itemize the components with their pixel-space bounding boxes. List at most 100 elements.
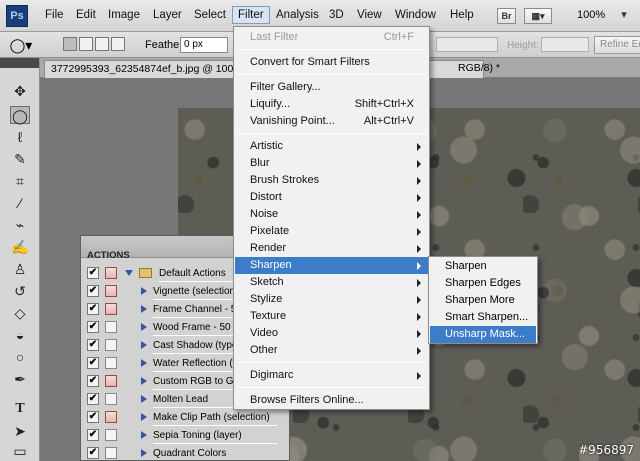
menu-browse-filters-online[interactable]: Browse Filters Online... [235,392,429,409]
menu-select[interactable]: Select [194,9,226,21]
eraser-tool-icon[interactable]: ◇ [10,304,30,322]
collapse-triangle-icon[interactable] [141,413,147,421]
check-icon[interactable]: ✔ [87,393,99,405]
menu-help[interactable]: Help [450,9,474,21]
collapse-triangle-icon[interactable] [141,287,147,295]
view-extras-button[interactable]: ▦▾ [524,8,552,24]
paint-bucket-tool-icon[interactable]: ◒ [10,326,30,344]
menu-image[interactable]: Image [108,9,140,21]
menu-render[interactable]: Render [235,240,429,257]
new-selection-icon[interactable] [63,37,77,51]
check-icon[interactable]: ✔ [87,285,99,297]
lasso-tool-icon[interactable]: ℓ [10,128,30,146]
elliptical-marquee-preset-icon[interactable]: ◯▾ [8,36,34,54]
menu-edit[interactable]: Edit [76,9,96,21]
menu-stylize[interactable]: Stylize [235,291,429,308]
check-icon[interactable]: ✔ [87,375,99,387]
expand-triangle-icon[interactable] [125,270,133,276]
check-icon[interactable]: ✔ [87,303,99,315]
tools-panel: ✥ ◯ ℓ ✎ ⌗ ⁄ ⌁ ✍ ♙ ↺ ◇ ◒ ○ ✒ T ➤ ▭ [0,58,40,461]
menu-layer[interactable]: Layer [153,9,182,21]
dialog-toggle-icon[interactable] [105,429,117,441]
action-row[interactable]: ✔ Sepia Toning (layer) [81,427,289,444]
menu-sharpen[interactable]: Sharpen [235,257,429,274]
dialog-toggle-icon[interactable] [105,321,117,333]
dialog-toggle-icon[interactable] [105,393,117,405]
path-selection-tool-icon[interactable]: ➤ [10,422,30,440]
menu-texture[interactable]: Texture [235,308,429,325]
action-row[interactable]: ✔ Quadrant Colors [81,445,289,461]
check-icon[interactable]: ✔ [87,339,99,351]
menu-digimarc[interactable]: Digimarc [235,367,429,384]
dialog-toggle-icon[interactable] [105,285,117,297]
dodge-tool-icon[interactable]: ○ [10,348,30,366]
pen-tool-icon[interactable]: ✒ [10,370,30,388]
subtract-selection-icon[interactable] [95,37,109,51]
dialog-toggle-icon[interactable] [105,411,117,423]
dialog-toggle-icon[interactable] [105,267,117,279]
check-icon[interactable]: ✔ [87,429,99,441]
crop-tool-icon[interactable]: ⌗ [10,172,30,190]
collapse-triangle-icon[interactable] [141,323,147,331]
brush-tool-icon[interactable]: ✍ [10,238,30,256]
menu-convert-smart-filters[interactable]: Convert for Smart Filters [235,54,429,71]
zoom-dropdown-icon[interactable]: ▾ [617,8,631,22]
collapse-triangle-icon[interactable] [141,431,147,439]
collapse-triangle-icon[interactable] [141,377,147,385]
move-tool-icon[interactable]: ✥ [10,82,30,100]
menu-video[interactable]: Video [235,325,429,342]
collapse-triangle-icon[interactable] [141,395,147,403]
menu-liquify-label: Liquify... [250,98,291,110]
menu-pixelate[interactable]: Pixelate [235,223,429,240]
dialog-toggle-icon[interactable] [105,357,117,369]
menu-file[interactable]: File [45,9,64,21]
clone-stamp-tool-icon[interactable]: ♙ [10,260,30,278]
elliptical-marquee-tool-icon[interactable]: ◯ [10,106,30,124]
history-brush-tool-icon[interactable]: ↺ [10,282,30,300]
zoom-level[interactable]: 100% [577,9,605,21]
menu-view[interactable]: View [357,9,382,21]
add-to-selection-icon[interactable] [79,37,93,51]
menu-other[interactable]: Other [235,342,429,359]
type-tool-icon[interactable]: T [10,400,30,418]
submenu-unsharp-mask[interactable]: Unsharp Mask... [430,326,536,343]
menu-brush-strokes[interactable]: Brush Strokes [235,172,429,189]
eyedropper-tool-icon[interactable]: ⁄ [10,194,30,212]
menu-filter[interactable]: Filter [232,6,270,24]
intersect-selection-icon[interactable] [111,37,125,51]
submenu-sharpen-more[interactable]: Sharpen More [430,292,536,309]
healing-brush-tool-icon[interactable]: ⌁ [10,216,30,234]
submenu-sharpen-edges[interactable]: Sharpen Edges [430,275,536,292]
check-icon[interactable]: ✔ [87,321,99,333]
menu-blur[interactable]: Blur [235,155,429,172]
menu-artistic[interactable]: Artistic [235,138,429,155]
bridge-button[interactable]: Br [497,8,516,24]
collapse-triangle-icon[interactable] [141,449,147,457]
submenu-smart-sharpen[interactable]: Smart Sharpen... [430,309,536,326]
check-icon[interactable]: ✔ [87,267,99,279]
dialog-toggle-icon[interactable] [105,303,117,315]
menu-noise[interactable]: Noise [235,206,429,223]
menu-filter-gallery[interactable]: Filter Gallery... [235,79,429,96]
menu-sketch[interactable]: Sketch [235,274,429,291]
dialog-toggle-icon[interactable] [105,447,117,459]
menu-vanishing-point[interactable]: Vanishing Point... Alt+Ctrl+V [235,113,429,130]
menu-distort[interactable]: Distort [235,189,429,206]
quick-selection-tool-icon[interactable]: ✎ [10,150,30,168]
collapse-triangle-icon[interactable] [141,305,147,313]
submenu-sharpen[interactable]: Sharpen [430,258,536,275]
menu-window[interactable]: Window [395,9,436,21]
collapse-triangle-icon[interactable] [141,341,147,349]
action-row[interactable]: ✔ Make Clip Path (selection) [81,409,289,426]
check-icon[interactable]: ✔ [87,357,99,369]
dialog-toggle-icon[interactable] [105,375,117,387]
rectangle-tool-icon[interactable]: ▭ [10,442,30,460]
menu-liquify[interactable]: Liquify... Shift+Ctrl+X [235,96,429,113]
check-icon[interactable]: ✔ [87,411,99,423]
collapse-triangle-icon[interactable] [141,359,147,367]
dialog-toggle-icon[interactable] [105,339,117,351]
check-icon[interactable]: ✔ [87,447,99,459]
menu-analysis[interactable]: Analysis [276,9,319,21]
menu-3d[interactable]: 3D [329,9,344,21]
feather-input[interactable]: 0 px [180,37,228,53]
